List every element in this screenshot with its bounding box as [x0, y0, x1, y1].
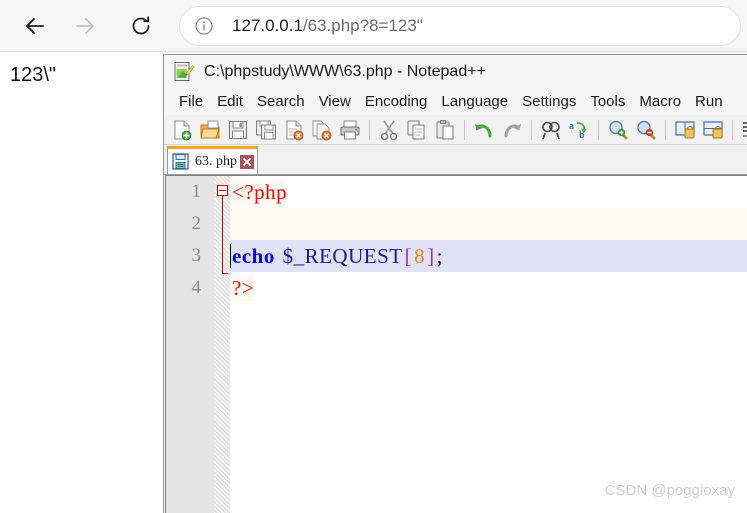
code-token-semicolon: ;: [436, 243, 443, 268]
cut-icon[interactable]: [378, 119, 400, 141]
reload-button[interactable]: [124, 9, 158, 43]
code-token-bracket-close: ]: [427, 243, 435, 268]
page-output-text: 123\": [10, 64, 57, 86]
code-token-echo: echo: [232, 243, 281, 268]
save-all-icon[interactable]: [255, 119, 277, 141]
zoom-out-icon[interactable]: [635, 119, 657, 141]
back-arrow-icon: [26, 18, 44, 34]
new-file-icon[interactable]: [171, 119, 193, 141]
notepad-menubar: File Edit Search View Encoding Language …: [164, 88, 747, 115]
menu-macro[interactable]: Macro: [632, 91, 688, 112]
toolbar-separator-3: [531, 119, 532, 140]
code-token-php-close: ?>: [230, 275, 255, 301]
line-number: 2: [191, 213, 202, 234]
save-icon[interactable]: [227, 119, 249, 141]
fold-line-end: [222, 273, 228, 274]
tab-label: 63. php: [195, 153, 237, 169]
svg-text:a: a: [569, 121, 574, 132]
menu-search[interactable]: Search: [250, 91, 312, 112]
code-token-php-open: <?php: [230, 179, 288, 205]
sync-vertical-scroll-icon[interactable]: [674, 119, 696, 141]
toolbar-separator-1: [369, 119, 370, 140]
code-area[interactable]: <?php echo $_REQUEST[8]; ?>: [230, 176, 747, 513]
paste-icon[interactable]: [434, 119, 456, 141]
menu-run[interactable]: Run: [688, 91, 730, 112]
notepad-title-text: C:\phpstudy\WWW\63.php - Notepad++: [204, 62, 486, 80]
print-icon[interactable]: [339, 119, 361, 141]
toolbar-separator-2: [464, 119, 465, 140]
code-line-1[interactable]: <?php: [230, 176, 747, 208]
menu-view[interactable]: View: [312, 91, 358, 112]
line-number: 1: [191, 181, 202, 202]
url-text: 127.0.0.1/63.php?8=123": [232, 16, 423, 36]
notepad-plus-plus-window: C:\phpstudy\WWW\63.php - Notepad++ File …: [163, 54, 747, 513]
menu-tools[interactable]: Tools: [583, 91, 632, 112]
watermark-text: CSDN @poggioxay: [604, 482, 735, 499]
tab-63-php[interactable]: 63. php: [167, 146, 258, 174]
menu-file[interactable]: File: [172, 91, 210, 112]
word-wrap-icon[interactable]: [741, 119, 747, 141]
notepad-tabbar: 63. php: [164, 146, 747, 175]
undo-icon[interactable]: [473, 119, 495, 141]
address-bar[interactable]: 127.0.0.1/63.php?8=123": [180, 7, 740, 45]
code-line-2[interactable]: [230, 208, 747, 240]
back-button[interactable]: [18, 9, 52, 43]
url-path: /63.php?8=123": [302, 16, 423, 35]
collapse-fold-icon[interactable]: [217, 185, 228, 196]
code-line-3[interactable]: echo $_REQUEST[8];: [230, 240, 747, 272]
reload-icon: [132, 16, 150, 35]
toolbar-separator-4: [598, 119, 599, 140]
forward-arrow-icon: [76, 18, 94, 34]
saved-floppy-icon: [172, 153, 189, 170]
text-caret: [230, 244, 231, 268]
zoom-in-icon[interactable]: [607, 119, 629, 141]
notepad-titlebar[interactable]: C:\phpstudy\WWW\63.php - Notepad++: [164, 55, 747, 88]
copy-icon[interactable]: [406, 119, 428, 141]
menu-language[interactable]: Language: [434, 91, 515, 112]
browser-toolbar: 127.0.0.1/63.php?8=123": [0, 0, 747, 52]
redo-icon[interactable]: [501, 119, 523, 141]
menu-encoding[interactable]: Encoding: [358, 91, 435, 112]
notepad-toolbar: a b: [164, 115, 747, 145]
notepad-plus-plus-icon: [174, 61, 195, 81]
code-token-index-8: 8: [414, 243, 426, 268]
notepad-editor[interactable]: 1 2 3 4 <?php echo $_REQUEST[8]; ?>: [165, 175, 747, 513]
code-line-4[interactable]: ?>: [230, 272, 747, 304]
forward-button: [68, 9, 102, 43]
url-host: 127.0.0.1: [232, 16, 303, 35]
close-tab-icon[interactable]: [240, 154, 254, 169]
open-file-icon[interactable]: [199, 119, 221, 141]
sync-horizontal-scroll-icon[interactable]: [702, 119, 724, 141]
code-token-bracket-open: [: [404, 243, 413, 268]
fold-margin[interactable]: [214, 176, 230, 513]
line-number: 4: [191, 277, 202, 298]
info-circle-icon[interactable]: [194, 16, 214, 36]
fold-line: [222, 196, 223, 274]
menu-edit[interactable]: Edit: [210, 91, 250, 112]
menu-settings[interactable]: Settings: [515, 91, 583, 112]
code-token-request-var: $_REQUEST: [282, 243, 403, 268]
line-number: 3: [191, 245, 202, 266]
close-file-icon[interactable]: [283, 119, 305, 141]
toolbar-separator-5: [665, 119, 666, 140]
line-number-gutter: 1 2 3 4: [166, 176, 214, 513]
replace-icon[interactable]: a b: [568, 119, 590, 141]
close-all-files-icon[interactable]: [311, 119, 333, 141]
code-token-empty: [230, 212, 238, 237]
toolbar-separator-6: [732, 119, 733, 140]
find-icon[interactable]: [540, 119, 562, 141]
